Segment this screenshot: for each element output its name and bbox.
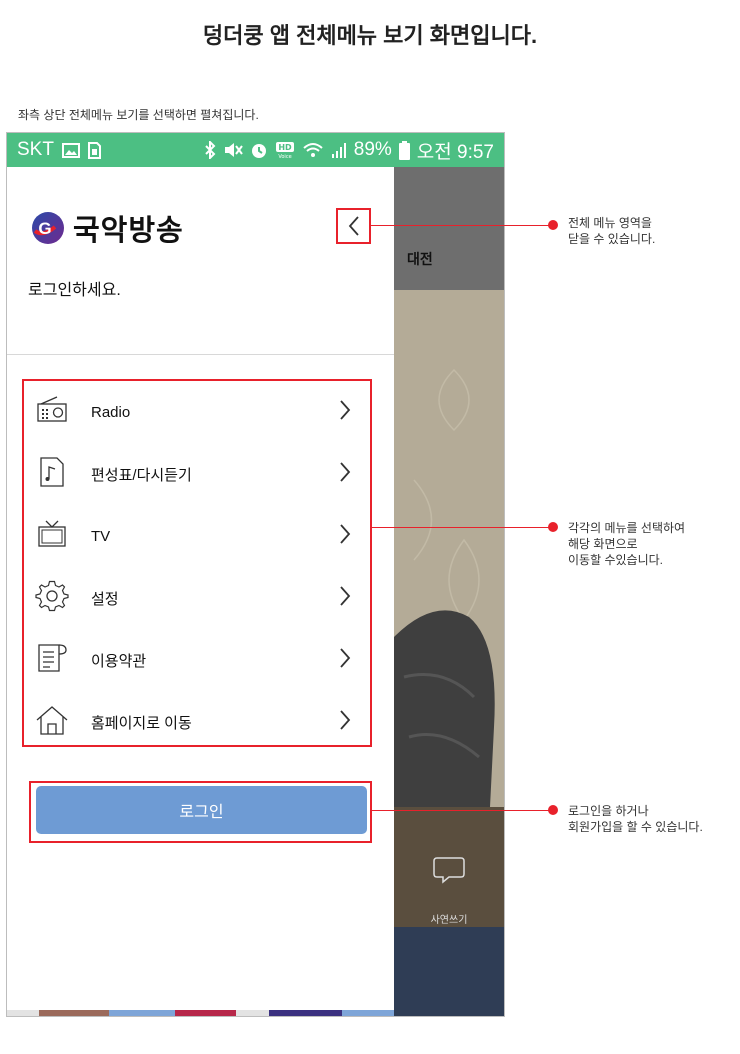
svg-text:Voice: Voice [278,154,291,159]
menu-item-settings[interactable]: 설정 [24,567,370,629]
radio-icon [37,396,67,422]
mute-icon [223,141,243,159]
hd-voice-icon: HD Voice [275,141,295,159]
menu-item-tv[interactable]: TV [24,505,370,567]
intro-text: 좌측 상단 전체메뉴 보기를 선택하면 펼쳐집니다. [18,108,259,122]
document-icon [38,644,67,672]
clock: 오전 9:57 [416,141,494,163]
chevron-right-icon [340,710,351,730]
callout-login-line1: 로그인을 하거나 [568,804,649,818]
background-app: 대전 사연쓰기 [394,167,504,1016]
chevron-right-icon [340,400,351,420]
alarm-icon [250,141,268,159]
background-header [394,167,504,290]
brand-name: 국악방송 [73,215,184,247]
callout-dot-login [548,805,558,815]
login-button[interactable]: 로그인 [36,786,367,834]
chat-bubble-icon [433,857,465,884]
callout-close-line2: 닫을 수 있습니다. [568,232,656,246]
menu-item-schedule[interactable]: 편성표/다시듣기 [24,443,370,505]
login-prompt[interactable]: 로그인하세요. [28,276,121,300]
side-drawer: G 국악방송 로그인하세요. Radio 편성표/다시듣기 TV 설정 이용약관… [7,167,394,1016]
chat-label: 사연쓰기 [430,915,468,926]
menu-label-terms: 이용약관 [91,652,147,670]
status-bar: SKT HD Voice 89% 오전 9:57 [7,133,504,167]
background-figure [394,557,504,847]
svg-text:HD: HD [278,143,292,152]
menu-list-highlight: Radio 편성표/다시듣기 TV 설정 이용약관 홈페이지로 이동 [22,379,372,747]
callout-close-line1: 전체 메뉴 영역을 [568,216,652,230]
brand-logo[interactable]: G 국악방송 [31,207,184,249]
menu-label-schedule: 편성표/다시듣기 [91,466,192,484]
page-title: 덩더쿵 앱 전체메뉴 보기 화면입니다. [202,23,538,48]
callout-dot-close [548,220,558,230]
brand-logo-icon: G [32,212,64,244]
callout-menu: 각각의 메뉴를 선택하여 해당 화면으로 이동할 수있습니다. [568,520,685,568]
callout-login-line2: 회원가입을 할 수 있습니다. [568,820,703,834]
chevron-right-icon [340,586,351,606]
menu-item-homepage[interactable]: 홈페이지로 이동 [24,691,370,753]
battery-percent: 89% [353,139,392,160]
callout-line-login [371,810,551,811]
color-strip [7,1010,394,1016]
callout-line-close [371,225,551,226]
chevron-left-icon [348,216,359,236]
gallery-icon [61,142,80,158]
wifi-icon [302,141,324,159]
callout-menu-line2: 해당 화면으로 [568,537,638,551]
menu-label-radio: Radio [91,403,131,421]
home-icon [36,706,68,735]
callout-close: 전체 메뉴 영역을 닫을 수 있습니다. [568,215,655,247]
battery-icon [398,140,410,160]
divider [7,354,394,355]
tv-icon [38,520,66,547]
menu-label-homepage: 홈페이지로 이동 [91,714,192,732]
sim-icon [87,141,101,159]
menu-item-terms[interactable]: 이용약관 [24,629,370,691]
menu-item-radio[interactable]: Radio [24,381,370,443]
callout-line-menu [371,527,551,528]
background-footer [394,927,504,1016]
svg-text:G: G [38,219,51,238]
chevron-right-icon [340,462,351,482]
gear-icon [35,580,69,612]
chevron-right-icon [340,648,351,668]
phone-screenshot: SKT HD Voice 89% 오전 9:57 대전 사연쓰기 G 국악방송 … [6,132,505,1017]
bluetooth-icon [204,141,216,159]
background-tab-label: 대전 [407,251,433,267]
callout-dot-menu [548,522,558,532]
chevron-right-icon [340,524,351,544]
close-drawer-button[interactable] [336,208,371,244]
music-note-icon [40,457,64,487]
carrier-label: SKT [17,139,54,160]
callout-menu-line1: 각각의 메뉴를 선택하여 [568,521,686,535]
signal-icon [331,141,347,159]
callout-menu-line3: 이동할 수있습니다. [568,553,663,567]
login-button-highlight: 로그인 [29,781,372,843]
menu-label-settings: 설정 [91,590,119,608]
menu-label-tv: TV [91,527,111,545]
callout-login: 로그인을 하거나 회원가입을 할 수 있습니다. [568,803,703,835]
